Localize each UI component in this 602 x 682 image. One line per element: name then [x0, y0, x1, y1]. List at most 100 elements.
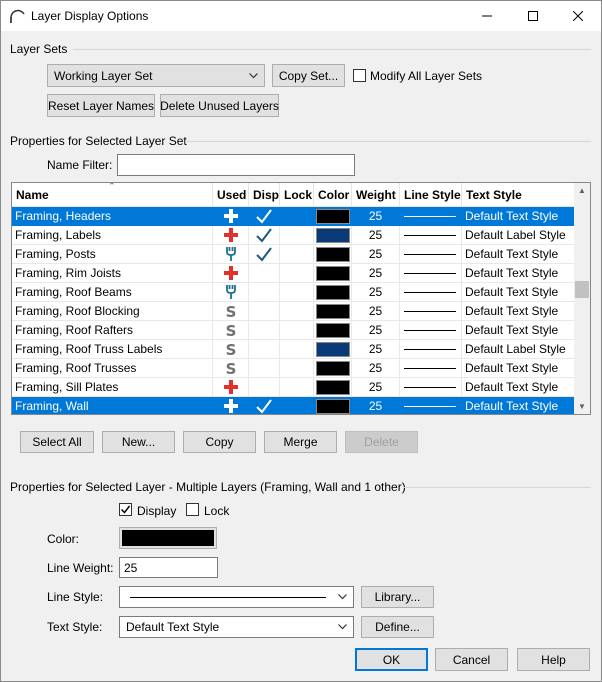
cell-disp[interactable]	[249, 207, 280, 226]
column-header-color[interactable]: Color	[314, 183, 352, 207]
cell-color[interactable]	[314, 378, 352, 397]
display-check-icon	[256, 399, 272, 414]
close-button[interactable]	[555, 1, 601, 31]
cell-disp[interactable]	[249, 226, 280, 245]
table-row[interactable]: Framing, Wall 25 Default Text Style	[12, 397, 576, 414]
cell-line-style	[400, 302, 462, 321]
line-weight-input[interactable]: 25	[119, 557, 218, 578]
cell-disp[interactable]	[249, 378, 280, 397]
cell-color[interactable]	[314, 359, 352, 378]
column-header-used[interactable]: Used	[213, 183, 249, 207]
cell-name: Framing, Roof Trusses	[12, 359, 213, 378]
used-plus-icon	[223, 380, 238, 394]
scroll-up-icon[interactable]: ▲	[578, 186, 586, 195]
copy-layer-button[interactable]: Copy	[183, 431, 256, 453]
cell-lock[interactable]	[280, 359, 314, 378]
table-row[interactable]: Framing, Sill Plates 25 Default Text Style	[12, 378, 576, 397]
cell-lock[interactable]	[280, 302, 314, 321]
delete-layer-button[interactable]: Delete	[345, 431, 418, 453]
cell-disp[interactable]	[249, 340, 280, 359]
text-style-select[interactable]: Default Text Style	[119, 616, 354, 638]
column-header-lock[interactable]: Lock	[280, 183, 314, 207]
delete-unused-layers-button[interactable]: Delete Unused Layers	[160, 94, 279, 117]
layer-set-select[interactable]: Working Layer Set	[47, 64, 265, 87]
name-filter-input[interactable]	[117, 154, 355, 176]
line-style-preview	[404, 216, 456, 217]
lock-checkbox[interactable]	[186, 503, 199, 516]
help-button[interactable]: Help	[517, 648, 590, 671]
table-row[interactable]: Framing, Posts 25 Default Text Style	[12, 245, 576, 264]
table-row[interactable]: Framing, Headers 25 Default Text Style	[12, 207, 576, 226]
cell-color[interactable]	[314, 340, 352, 359]
column-header-weight[interactable]: Weight	[352, 183, 400, 207]
define-button[interactable]: Define...	[361, 616, 434, 638]
column-header-line-style[interactable]: Line Style	[400, 183, 462, 207]
cell-disp[interactable]	[249, 264, 280, 283]
cell-lock[interactable]	[280, 207, 314, 226]
cell-color[interactable]	[314, 283, 352, 302]
color-swatch	[316, 399, 350, 414]
cell-disp[interactable]	[249, 283, 280, 302]
chevron-down-icon	[338, 624, 347, 630]
cell-color[interactable]	[314, 264, 352, 283]
layer-table[interactable]: ⌃ Name Used Disp Lock Color Weight Line …	[11, 182, 591, 415]
color-swatch	[316, 228, 350, 243]
cell-color[interactable]	[314, 397, 352, 414]
table-row[interactable]: Framing, Roof Truss Labels S 25 Default Lab…	[12, 340, 576, 359]
cell-color[interactable]	[314, 207, 352, 226]
layer-properties-group-label: Properties for Selected Layer - Multiple…	[10, 480, 406, 494]
cell-used	[213, 378, 249, 397]
cell-name: Framing, Roof Truss Labels	[12, 340, 213, 359]
maximize-button[interactable]	[510, 1, 556, 31]
cell-lock[interactable]	[280, 226, 314, 245]
merge-layers-button[interactable]: Merge	[264, 431, 337, 453]
table-row[interactable]: Framing, Roof Rafters S 25 Default Text Sty…	[12, 321, 576, 340]
cell-color[interactable]	[314, 302, 352, 321]
cell-line-style	[400, 397, 462, 414]
scroll-down-icon[interactable]: ▼	[578, 402, 586, 411]
cell-color[interactable]	[314, 245, 352, 264]
cell-disp[interactable]	[249, 302, 280, 321]
cell-used: S	[213, 321, 249, 340]
cell-lock[interactable]	[280, 378, 314, 397]
copy-set-button[interactable]: Copy Set...	[272, 64, 345, 87]
scrollbar-thumb[interactable]	[575, 281, 589, 298]
line-style-preview	[404, 292, 456, 293]
table-row[interactable]: Framing, Roof Beams 25 Default Text Style	[12, 283, 576, 302]
used-plus-icon	[223, 266, 238, 280]
table-scrollbar[interactable]: ▲ ▼	[574, 183, 590, 414]
table-row[interactable]: Framing, Roof Trusses S 25 Default Text Sty…	[12, 359, 576, 378]
reset-layer-names-button[interactable]: Reset Layer Names	[47, 94, 155, 117]
line-style-select[interactable]	[119, 586, 354, 608]
group-divider	[73, 49, 591, 50]
display-checkbox[interactable]	[119, 503, 132, 516]
table-row[interactable]: Framing, Labels 25 Default Label Style	[12, 226, 576, 245]
cell-lock[interactable]	[280, 340, 314, 359]
cell-lock[interactable]	[280, 397, 314, 414]
color-picker-button[interactable]	[119, 527, 217, 549]
ok-button[interactable]: OK	[355, 648, 428, 671]
column-header-text-style[interactable]: Text Style	[462, 183, 576, 207]
cancel-button[interactable]: Cancel	[435, 648, 508, 671]
cell-disp[interactable]	[249, 321, 280, 340]
cell-lock[interactable]	[280, 264, 314, 283]
title-bar[interactable]: Layer Display Options	[1, 1, 601, 31]
library-button[interactable]: Library...	[361, 586, 434, 608]
modify-all-checkbox[interactable]	[353, 69, 366, 82]
cell-lock[interactable]	[280, 321, 314, 340]
cell-color[interactable]	[314, 226, 352, 245]
cell-lock[interactable]	[280, 245, 314, 264]
new-layer-button[interactable]: New...	[102, 431, 175, 453]
cell-lock[interactable]	[280, 283, 314, 302]
cell-color[interactable]	[314, 321, 352, 340]
cell-disp[interactable]	[249, 397, 280, 414]
table-row[interactable]: Framing, Rim Joists 25 Default Text Style	[12, 264, 576, 283]
minimize-button[interactable]	[464, 1, 510, 31]
cell-disp[interactable]	[249, 245, 280, 264]
used-s-icon: S	[225, 341, 236, 357]
table-row[interactable]: Framing, Roof Blocking S 25 Default Text St…	[12, 302, 576, 321]
column-header-disp[interactable]: Disp	[249, 183, 280, 207]
cell-disp[interactable]	[249, 359, 280, 378]
column-header-name[interactable]: Name	[12, 183, 213, 207]
select-all-button[interactable]: Select All	[20, 431, 94, 453]
